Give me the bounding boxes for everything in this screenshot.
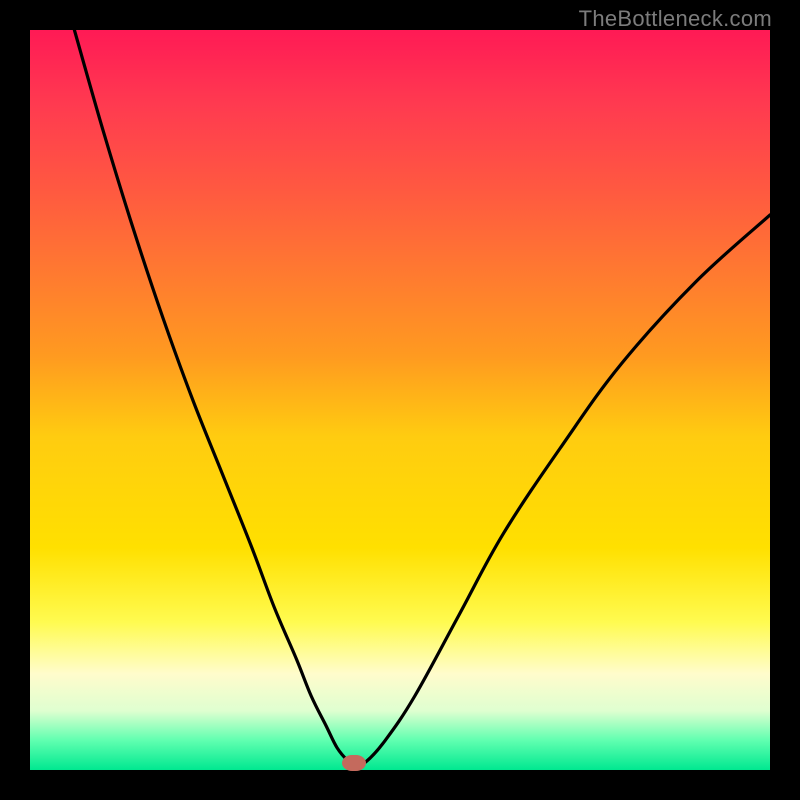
bottleneck-curve [74,30,770,766]
chart-container: TheBottleneck.com [0,0,800,800]
plot-area [30,30,770,770]
curve-svg [30,30,770,770]
minimum-marker [342,755,366,771]
watermark-text: TheBottleneck.com [579,6,772,32]
